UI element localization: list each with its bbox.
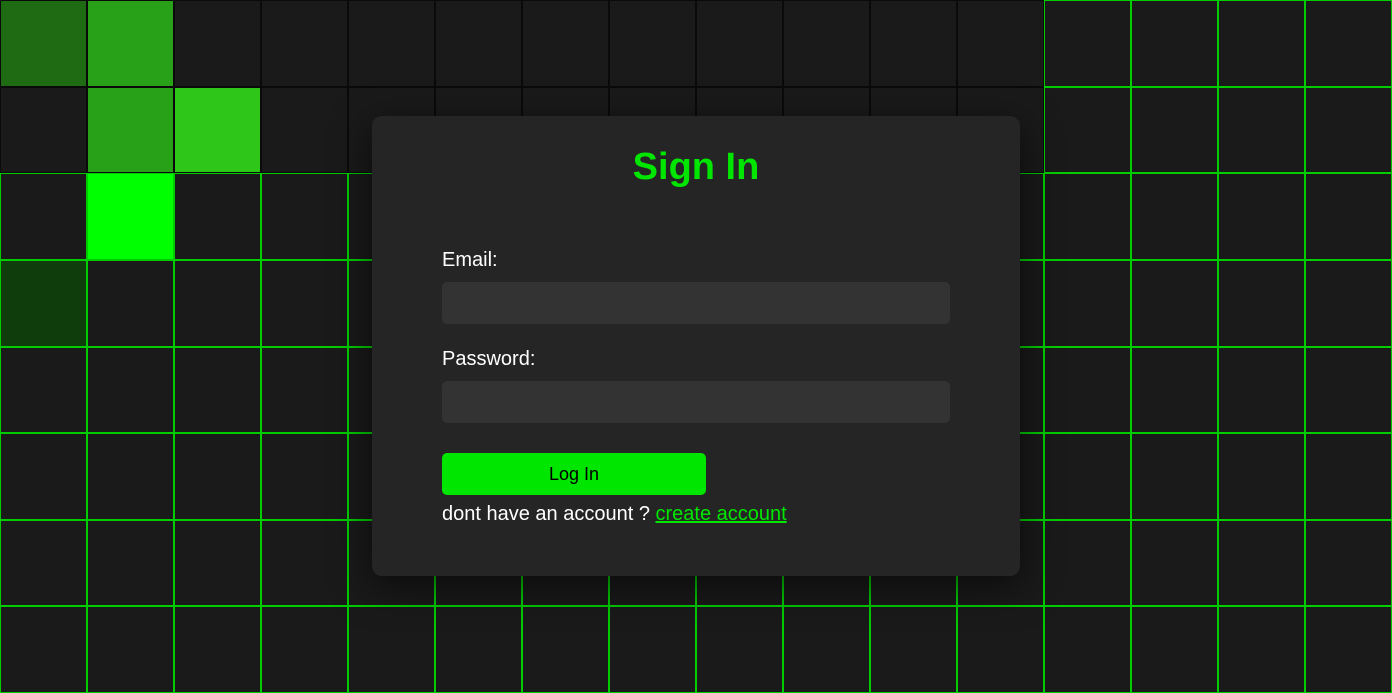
- grid-cell: [261, 347, 348, 434]
- grid-cell: [1131, 260, 1218, 347]
- grid-cell: [1044, 347, 1131, 434]
- grid-cell: [87, 347, 174, 434]
- grid-cell: [0, 173, 87, 260]
- grid-cell: [870, 606, 957, 693]
- grid-cell: [1131, 520, 1218, 607]
- grid-cell: [1218, 347, 1305, 434]
- grid-cell: [87, 87, 174, 174]
- grid-cell: [1044, 520, 1131, 607]
- grid-cell: [87, 260, 174, 347]
- grid-cell: [1305, 347, 1392, 434]
- grid-cell: [435, 0, 522, 87]
- grid-cell: [783, 606, 870, 693]
- email-label: Email:: [442, 249, 950, 272]
- grid-cell: [261, 173, 348, 260]
- grid-cell: [1131, 0, 1218, 87]
- grid-cell: [174, 520, 261, 607]
- grid-cell: [348, 606, 435, 693]
- grid-cell: [1131, 433, 1218, 520]
- grid-cell: [1218, 433, 1305, 520]
- grid-cell: [174, 87, 261, 174]
- grid-cell: [609, 0, 696, 87]
- grid-cell: [174, 433, 261, 520]
- login-button[interactable]: Log In: [442, 453, 706, 495]
- grid-cell: [1044, 0, 1131, 87]
- signin-title: Sign In: [442, 146, 950, 189]
- grid-cell: [87, 606, 174, 693]
- grid-cell: [1218, 87, 1305, 174]
- password-label: Password:: [442, 348, 950, 371]
- grid-cell: [1305, 606, 1392, 693]
- grid-cell: [87, 173, 174, 260]
- grid-cell: [1131, 173, 1218, 260]
- grid-cell: [87, 520, 174, 607]
- grid-cell: [0, 87, 87, 174]
- grid-cell: [696, 0, 783, 87]
- grid-cell: [174, 606, 261, 693]
- grid-cell: [87, 433, 174, 520]
- grid-cell: [348, 0, 435, 87]
- grid-cell: [1305, 433, 1392, 520]
- grid-cell: [1305, 87, 1392, 174]
- grid-cell: [0, 0, 87, 87]
- grid-cell: [1044, 87, 1131, 174]
- grid-cell: [1305, 173, 1392, 260]
- grid-cell: [1218, 260, 1305, 347]
- grid-cell: [0, 520, 87, 607]
- signup-prompt-text: dont have an account ?: [442, 503, 656, 525]
- grid-cell: [1305, 0, 1392, 87]
- grid-cell: [174, 173, 261, 260]
- grid-cell: [609, 606, 696, 693]
- grid-cell: [1218, 0, 1305, 87]
- grid-cell: [870, 0, 957, 87]
- grid-cell: [957, 606, 1044, 693]
- grid-cell: [1305, 520, 1392, 607]
- grid-cell: [261, 260, 348, 347]
- grid-cell: [1305, 260, 1392, 347]
- password-group: Password:: [442, 348, 950, 423]
- grid-cell: [87, 0, 174, 87]
- grid-cell: [1218, 606, 1305, 693]
- signin-card: Sign In Email: Password: Log In dont hav…: [372, 116, 1020, 576]
- grid-cell: [1218, 173, 1305, 260]
- grid-cell: [261, 520, 348, 607]
- grid-cell: [261, 606, 348, 693]
- create-account-link[interactable]: create account: [656, 503, 787, 525]
- grid-cell: [522, 606, 609, 693]
- grid-cell: [174, 0, 261, 87]
- signup-prompt: dont have an account ? create account: [442, 503, 950, 526]
- grid-cell: [261, 0, 348, 87]
- email-input[interactable]: [442, 282, 950, 324]
- grid-cell: [1218, 520, 1305, 607]
- grid-cell: [0, 433, 87, 520]
- grid-cell: [174, 260, 261, 347]
- grid-cell: [1044, 173, 1131, 260]
- grid-cell: [1131, 87, 1218, 174]
- grid-cell: [1131, 606, 1218, 693]
- grid-cell: [522, 0, 609, 87]
- grid-cell: [783, 0, 870, 87]
- grid-cell: [1044, 260, 1131, 347]
- grid-cell: [261, 87, 348, 174]
- grid-cell: [0, 260, 87, 347]
- grid-cell: [696, 606, 783, 693]
- grid-cell: [261, 433, 348, 520]
- grid-cell: [1044, 433, 1131, 520]
- grid-cell: [957, 0, 1044, 87]
- grid-cell: [1044, 606, 1131, 693]
- grid-cell: [174, 347, 261, 434]
- grid-cell: [0, 347, 87, 434]
- grid-cell: [0, 606, 87, 693]
- grid-cell: [435, 606, 522, 693]
- grid-cell: [1131, 347, 1218, 434]
- password-input[interactable]: [442, 381, 950, 423]
- email-group: Email:: [442, 249, 950, 324]
